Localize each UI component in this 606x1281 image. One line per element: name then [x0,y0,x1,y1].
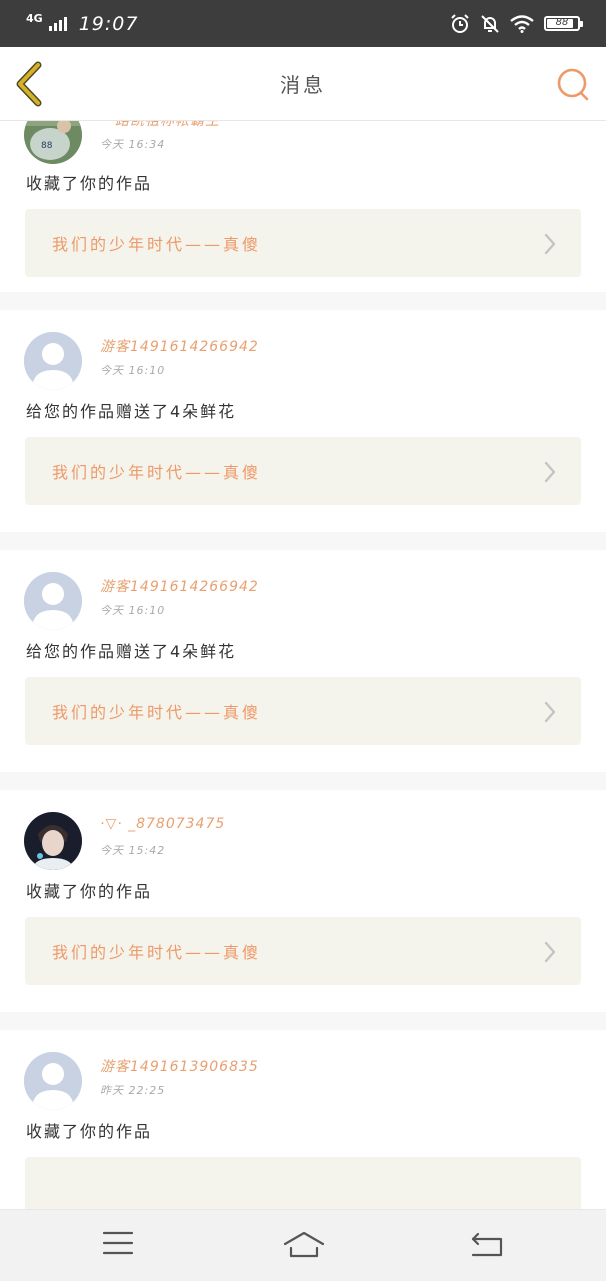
signal-icon [48,16,67,31]
menu-icon [102,1231,134,1255]
message-card: 游客1491614266942 今天 16:10 给您的作品赠送了4朵鲜花 我们… [0,310,606,532]
chevron-right-icon [544,701,556,723]
user-avatar[interactable] [24,812,82,870]
user-name[interactable]: 一路凯祖称帐霸主 [100,121,220,130]
chevron-right-icon [544,941,556,963]
menu-button[interactable] [102,1230,134,1260]
status-right: 88 [450,13,583,34]
system-nav-bar [0,1209,606,1281]
work-title: 我们的少年时代——真傻 [52,703,262,722]
svg-text:88: 88 [41,141,53,151]
message-time: 昨天 22:25 [100,1084,166,1097]
work-title: 我们的少年时代——真傻 [52,235,262,254]
chevron-right-icon [544,233,556,255]
search-icon [557,68,589,101]
default-avatar [24,572,82,630]
wifi-icon [510,14,534,33]
network-type: 4G [26,12,43,25]
work-link[interactable]: 我们的少年时代——真傻 [25,209,581,277]
work-title: 我们的少年时代——真傻 [52,463,262,482]
user-avatar[interactable] [24,572,82,630]
message-action: 收藏了你的作品 [26,882,153,901]
user-name[interactable]: 游客1491613906835 [100,1056,259,1076]
chevron-right-icon [544,461,556,483]
app-header: 消息 [0,47,606,121]
work-link[interactable]: 我们的少年时代——真傻 [25,677,581,745]
search-button[interactable] [554,65,592,103]
photo-avatar-baseball: 88 [24,121,82,164]
user-avatar[interactable] [24,332,82,390]
photo-avatar-person [24,812,82,870]
user-name[interactable]: 游客1491614266942 [100,576,259,596]
status-left: 4G 19:07 [26,13,138,35]
message-card: 游客1491613906835 昨天 22:25 收藏了你的作品 [0,1030,606,1209]
message-card: 游客1491614266942 今天 16:10 给您的作品赠送了4朵鲜花 我们… [0,550,606,772]
notifications-off-icon [481,14,499,33]
home-icon [283,1231,325,1258]
status-bar: 4G 19:07 88 [0,0,606,47]
default-avatar [24,1052,82,1110]
work-link[interactable]: 我们的少年时代——真傻 [25,917,581,985]
user-avatar[interactable]: 88 [24,121,82,164]
message-time: 今天 16:10 [100,364,166,377]
page-title: 消息 [280,73,326,97]
work-title: 我们的少年时代——真傻 [52,943,262,962]
return-icon [471,1232,503,1257]
battery-percent: 88 [555,17,569,28]
message-card: ·▽· _878073475 今天 15:42 收藏了你的作品 我们的少年时代—… [0,790,606,1012]
return-button[interactable] [470,1230,504,1262]
work-link[interactable]: 我们的少年时代——真傻 [25,437,581,505]
message-card: 88 一路凯祖称帐霸主 今天 16:34 收藏了你的作品 我们的少年时代——真傻 [0,121,606,292]
message-action: 收藏了你的作品 [26,1122,153,1141]
status-time: 19:07 [78,12,139,35]
alarm-icon [451,13,469,33]
battery-icon: 88 [544,16,583,31]
message-action: 给您的作品赠送了4朵鲜花 [26,642,237,661]
message-time: 今天 16:10 [100,604,166,617]
home-button[interactable] [283,1230,325,1264]
message-time: 今天 15:42 [100,844,166,857]
default-avatar [24,332,82,390]
message-list[interactable]: 88 一路凯祖称帐霸主 今天 16:34 收藏了你的作品 我们的少年时代——真傻 [0,121,606,1209]
work-link[interactable] [25,1157,581,1209]
user-name[interactable]: ·▽· _878073475 [100,816,225,832]
user-avatar[interactable] [24,1052,82,1110]
message-action: 给您的作品赠送了4朵鲜花 [26,402,237,421]
user-name[interactable]: 游客1491614266942 [100,336,259,356]
message-time: 今天 16:34 [100,138,166,151]
message-action: 收藏了你的作品 [26,174,153,193]
